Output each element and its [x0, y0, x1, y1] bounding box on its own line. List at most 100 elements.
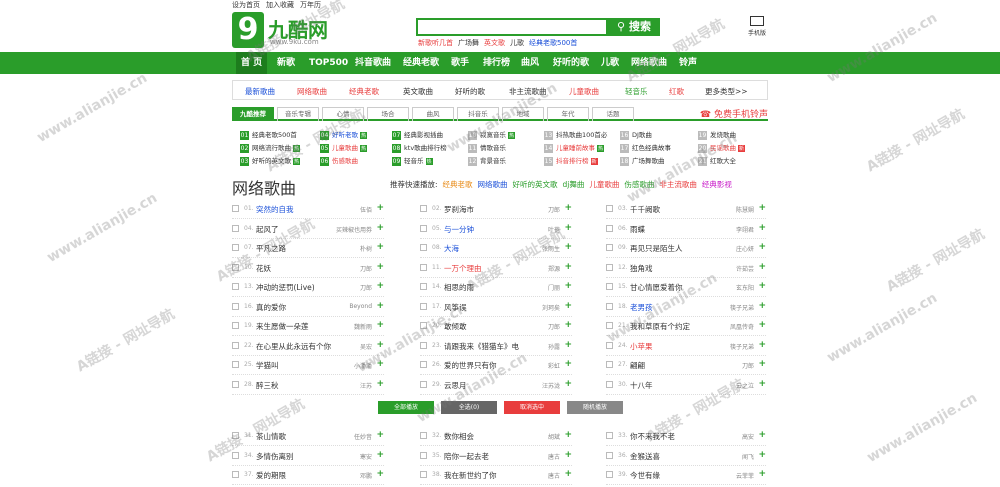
top-link[interactable]: 万年历	[300, 1, 321, 9]
hot-word[interactable]: 儿歌	[510, 39, 524, 47]
add-icon[interactable]: +	[758, 281, 766, 291]
song-title[interactable]: 我和草原有个约定	[630, 321, 690, 332]
song-checkbox[interactable]	[420, 205, 427, 212]
song-artist[interactable]: 孙露	[548, 342, 560, 351]
tab-item[interactable]: 心情	[322, 107, 364, 121]
song-checkbox[interactable]	[420, 361, 427, 368]
rec-item[interactable]: 17 红色经典故事	[620, 142, 671, 153]
song-checkbox[interactable]	[232, 302, 239, 310]
song-artist[interactable]: 郑源	[548, 264, 560, 273]
subnav-item[interactable]: 最新歌曲	[245, 86, 275, 97]
song-artist[interactable]: 云菲菲	[736, 471, 754, 480]
song-artist[interactable]: 庄心妍	[736, 244, 754, 253]
song-checkbox[interactable]	[420, 341, 427, 349]
song-title[interactable]: 大海	[444, 243, 459, 254]
song-artist[interactable]: Beyond	[349, 303, 372, 310]
song-title[interactable]: 多情伤离别	[256, 451, 294, 462]
song-checkbox[interactable]	[232, 263, 239, 271]
song-title[interactable]: 爱的期限	[256, 470, 286, 481]
nav-item[interactable]: 网络歌曲	[626, 52, 672, 74]
add-icon[interactable]: +	[564, 242, 572, 252]
song-checkbox[interactable]	[606, 380, 613, 388]
song-checkbox[interactable]	[606, 322, 613, 329]
add-icon[interactable]: +	[376, 340, 384, 350]
song-artist[interactable]: 刀郎	[548, 205, 560, 214]
search-input[interactable]	[416, 18, 608, 36]
add-icon[interactable]: +	[376, 262, 384, 272]
rec-item[interactable]: 19 发烧歌曲	[698, 129, 736, 140]
rec-item[interactable]: 09 轻音乐热	[392, 155, 433, 166]
song-title[interactable]: 你不来我不老	[630, 431, 675, 442]
add-icon[interactable]: +	[564, 320, 572, 330]
song-title[interactable]: 千千阙歌	[630, 204, 660, 215]
hot-word[interactable]: 英文歌	[484, 39, 505, 47]
tab-item[interactable]: 话题	[592, 107, 634, 121]
song-artist[interactable]: 小潘潘	[354, 361, 372, 370]
song-artist[interactable]: 刀郎	[360, 264, 372, 273]
nav-item[interactable]: 首 页	[236, 52, 268, 74]
song-checkbox[interactable]	[420, 263, 427, 271]
rec-item[interactable]: 16 DJ歌曲	[620, 129, 652, 140]
rec-item[interactable]: 10 寂寞音乐热	[468, 129, 516, 140]
song-checkbox[interactable]	[232, 205, 239, 212]
add-icon[interactable]: +	[376, 223, 384, 233]
play-control-button[interactable]: 全部播放	[378, 401, 434, 414]
subnav-item[interactable]: 红歌	[669, 86, 684, 97]
song-checkbox[interactable]	[232, 471, 239, 478]
add-icon[interactable]: +	[758, 450, 766, 460]
song-artist[interactable]: 刀郎	[548, 322, 560, 331]
add-icon[interactable]: +	[376, 430, 384, 440]
song-artist[interactable]: 汪苏泷	[542, 381, 560, 390]
nav-item[interactable]: 歌手	[446, 52, 474, 74]
song-title[interactable]: 敢倾敢	[444, 321, 467, 332]
song-title[interactable]: 罗刹海市	[444, 204, 474, 215]
add-icon[interactable]: +	[758, 340, 766, 350]
subnav-item[interactable]: 英文歌曲	[403, 86, 433, 97]
song-title[interactable]: 十八年	[630, 380, 653, 391]
tab-item[interactable]: 九酷推荐	[232, 107, 274, 121]
add-icon[interactable]: +	[758, 242, 766, 252]
mobile-version-link[interactable]: 手机版	[748, 16, 766, 42]
song-artist[interactable]: 筷子兄弟	[730, 342, 754, 351]
add-icon[interactable]: +	[758, 379, 766, 389]
rec-item[interactable]: 05 儿童歌曲热	[320, 142, 368, 153]
subnav-item[interactable]: 更多类型>>	[705, 86, 748, 97]
song-checkbox[interactable]	[606, 432, 613, 439]
add-icon[interactable]: +	[564, 450, 572, 460]
add-icon[interactable]: +	[758, 430, 766, 440]
tab-item[interactable]: 抖音乐	[457, 107, 499, 121]
song-title[interactable]: 醉三秋	[256, 380, 279, 391]
tab-item[interactable]: 场合	[367, 107, 409, 121]
quick-play-link[interactable]: 经典影视	[702, 180, 732, 189]
song-title[interactable]: 风筝误	[444, 302, 467, 313]
add-icon[interactable]: +	[376, 242, 384, 252]
nav-item[interactable]: 儿歌	[596, 52, 624, 74]
song-checkbox[interactable]	[606, 263, 613, 271]
add-icon[interactable]: +	[564, 301, 572, 311]
tab-item[interactable]: 音乐专辑	[277, 107, 319, 121]
quick-play-link[interactable]: 儿童歌曲	[589, 180, 619, 189]
hot-word[interactable]: 新歌听几首	[418, 39, 453, 47]
song-title[interactable]: 学猫叫	[256, 360, 279, 371]
song-checkbox[interactable]	[420, 322, 427, 329]
rec-item[interactable]: 14 儿童睡前故事热	[544, 142, 605, 153]
song-checkbox[interactable]	[606, 361, 613, 368]
rec-item[interactable]: 07 经典影视插曲	[392, 129, 443, 140]
song-artist[interactable]: 汪苏	[360, 381, 372, 390]
add-icon[interactable]: +	[564, 430, 572, 440]
song-title[interactable]: 独角戏	[630, 263, 653, 274]
nav-item[interactable]: 经典老歌	[398, 52, 444, 74]
add-icon[interactable]: +	[376, 379, 384, 389]
rec-item[interactable]: 02 网络流行歌曲热	[240, 142, 301, 153]
song-artist[interactable]: 陈慧娴	[736, 205, 754, 214]
song-title[interactable]: 雨蝶	[630, 224, 645, 235]
song-checkbox[interactable]	[232, 283, 239, 290]
hot-word[interactable]: 广场舞	[458, 39, 479, 47]
song-checkbox[interactable]	[420, 380, 427, 388]
song-artist[interactable]: 凤凰传奇	[730, 322, 754, 331]
song-artist[interactable]: 高安	[742, 432, 754, 441]
add-icon[interactable]: +	[564, 359, 572, 369]
song-artist[interactable]: 玄东阳	[736, 283, 754, 292]
song-title[interactable]: 突然的自我	[256, 204, 294, 215]
nav-item[interactable]: 新歌	[272, 52, 300, 74]
